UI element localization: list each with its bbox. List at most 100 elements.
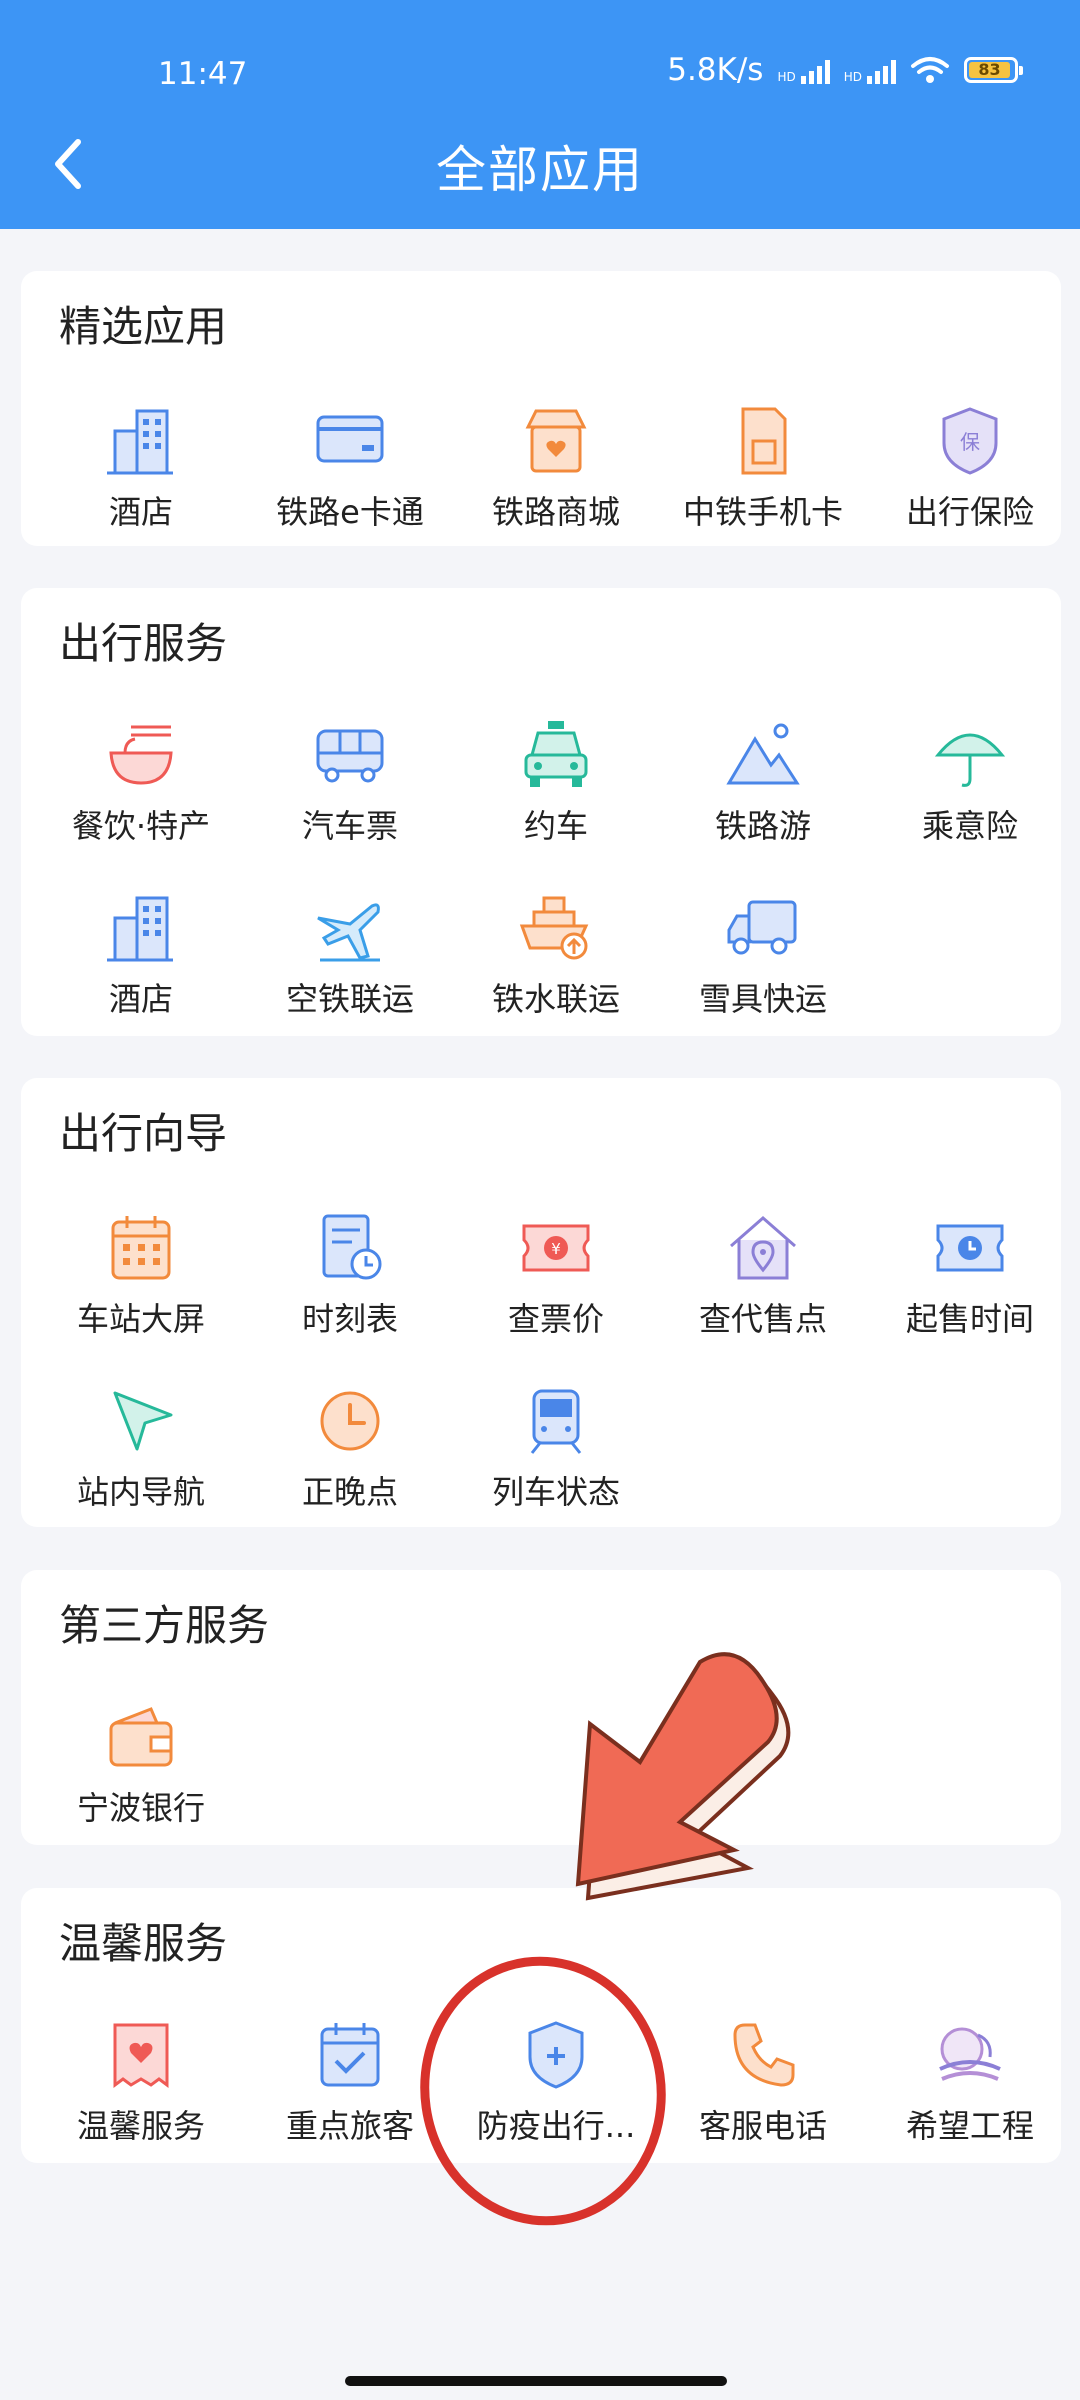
- signal-icon-2: HD: [844, 56, 896, 84]
- app-label: 汽车票: [301, 807, 398, 845]
- app-ticket-price[interactable]: ¥ 查票价: [453, 1208, 659, 1340]
- card-icon: [316, 415, 384, 463]
- app-label: 酒店: [108, 493, 173, 531]
- app-air-rail[interactable]: 空铁联运: [247, 888, 453, 1020]
- app-label: 出行保险: [905, 493, 1034, 531]
- app-label: 查代售点: [698, 1300, 827, 1338]
- truck-icon: [727, 900, 797, 955]
- app-key-passenger[interactable]: 重点旅客: [247, 2015, 453, 2147]
- app-rail-water[interactable]: 铁水联运: [453, 888, 659, 1020]
- wifi-icon: [911, 57, 949, 83]
- app-rail-mall[interactable]: 铁路商城: [453, 401, 659, 533]
- app-label: 雪具快运: [698, 980, 827, 1018]
- calendar-grid-icon: [111, 1216, 171, 1280]
- bus-icon: [316, 729, 384, 783]
- shield-plus-icon: [528, 2021, 584, 2089]
- app-ningbo-bank[interactable]: 宁波银行: [38, 1697, 244, 1829]
- app-label: 温馨服务: [76, 2107, 205, 2145]
- wallet-icon: [109, 1707, 173, 1767]
- app-header: 11:47 5.8K/s HD HD 83 全部应用: [0, 0, 1080, 229]
- svg-text:¥: ¥: [551, 1240, 561, 1258]
- app-rail-ecard[interactable]: 铁路e卡通: [247, 401, 453, 533]
- section-care-services: 温馨服务 温馨服务 重点旅客 防疫出行... 客服电话 希望工程: [21, 1888, 1061, 2163]
- app-label: 铁路商城: [491, 493, 620, 531]
- home-indicator[interactable]: [345, 2376, 727, 2386]
- app-label: 客服电话: [698, 2107, 827, 2145]
- app-ride-hailing[interactable]: 约车: [453, 715, 659, 847]
- status-time: 11:47: [158, 56, 248, 92]
- sim-card-icon: [741, 407, 787, 475]
- umbrella-icon: [934, 733, 1006, 787]
- battery-icon: 83: [964, 57, 1023, 83]
- app-care-service[interactable]: 温馨服务: [38, 2015, 244, 2147]
- app-station-screen[interactable]: 车站大屏: [38, 1208, 244, 1340]
- app-label: 乘意险: [921, 807, 1018, 845]
- app-label: 中铁手机卡: [682, 493, 843, 531]
- noodle-bowl-icon: [109, 725, 173, 785]
- ship-icon: [519, 896, 589, 960]
- app-label: 查票价: [507, 1300, 604, 1338]
- navigation-arrow-icon: [113, 1391, 173, 1451]
- status-bar: 11:47 5.8K/s HD HD 83: [0, 52, 1080, 102]
- network-speed: 5.8K/s: [667, 52, 764, 88]
- app-ski-express[interactable]: 雪具快运: [660, 888, 866, 1020]
- section-title: 出行服务: [59, 619, 228, 668]
- ticket-price-icon: ¥: [522, 1224, 590, 1272]
- app-customer-service-phone[interactable]: 客服电话: [660, 2015, 866, 2147]
- app-label: 空铁联运: [285, 980, 414, 1018]
- app-timetable[interactable]: 时刻表: [247, 1208, 453, 1340]
- app-hope-project[interactable]: 希望工程: [867, 2015, 1073, 2147]
- app-hotel-2[interactable]: 酒店: [38, 888, 244, 1020]
- app-label: 时刻表: [301, 1300, 398, 1338]
- timetable-icon: [322, 1214, 382, 1280]
- section-title: 温馨服务: [59, 1919, 228, 1968]
- mountain-icon: [726, 723, 800, 785]
- section-title: 第三方服务: [59, 1601, 270, 1650]
- ticket-clock-icon: [936, 1224, 1004, 1272]
- app-label: 宁波银行: [76, 1789, 205, 1827]
- taxi-icon: [524, 721, 588, 787]
- app-bus-ticket[interactable]: 汽车票: [247, 715, 453, 847]
- section-third-party: 第三方服务 宁波银行: [21, 1570, 1061, 1845]
- page-title: 全部应用: [436, 141, 644, 199]
- app-food[interactable]: 餐饮·特产: [38, 715, 244, 847]
- app-agent-points[interactable]: 查代售点: [660, 1208, 866, 1340]
- train-icon: [530, 1389, 582, 1454]
- app-label: 铁水联运: [491, 980, 620, 1018]
- shop-icon: [525, 409, 587, 473]
- calendar-check-icon: [320, 2023, 380, 2087]
- app-sale-time[interactable]: 起售时间: [867, 1208, 1073, 1340]
- app-label: 车站大屏: [76, 1300, 205, 1338]
- app-travel-insurance[interactable]: 保 出行保险: [867, 401, 1073, 533]
- app-rail-tour[interactable]: 铁路游: [660, 715, 866, 847]
- app-label: 站内导航: [76, 1473, 205, 1511]
- app-label: 正晚点: [301, 1473, 398, 1511]
- svg-text:保: 保: [960, 430, 980, 454]
- app-on-time[interactable]: 正晚点: [247, 1381, 453, 1513]
- app-epidemic-travel[interactable]: 防疫出行...: [453, 2015, 659, 2147]
- section-title: 出行向导: [59, 1109, 228, 1158]
- app-hotel[interactable]: 酒店: [38, 401, 244, 533]
- insurance-shield-icon: 保: [942, 407, 998, 475]
- house-pin-icon: [730, 1216, 796, 1280]
- building-icon: [107, 409, 173, 475]
- app-label: 重点旅客: [285, 2107, 414, 2145]
- app-sim-card[interactable]: 中铁手机卡: [660, 401, 866, 533]
- app-train-status[interactable]: 列车状态: [453, 1381, 659, 1513]
- signal-icon: HD: [777, 56, 830, 84]
- phone-icon: [733, 2023, 795, 2087]
- app-label: 列车状态: [491, 1473, 620, 1511]
- app-label: 约车: [523, 807, 588, 845]
- app-travel-accident-insurance[interactable]: 乘意险: [867, 715, 1073, 847]
- app-label: 餐饮·特产: [71, 807, 211, 845]
- app-label: 酒店: [108, 980, 173, 1018]
- app-station-navigation[interactable]: 站内导航: [38, 1381, 244, 1513]
- clock-icon: [320, 1391, 380, 1451]
- app-label: 希望工程: [905, 2107, 1034, 2145]
- app-label: 铁路e卡通: [276, 493, 424, 531]
- heart-ticket-icon: [113, 2023, 169, 2088]
- status-right: 5.8K/s HD HD 83: [667, 52, 1023, 88]
- plane-train-icon: [317, 903, 380, 962]
- hope-logo-icon: [939, 2027, 1001, 2081]
- app-label: 防疫出行...: [476, 2107, 636, 2145]
